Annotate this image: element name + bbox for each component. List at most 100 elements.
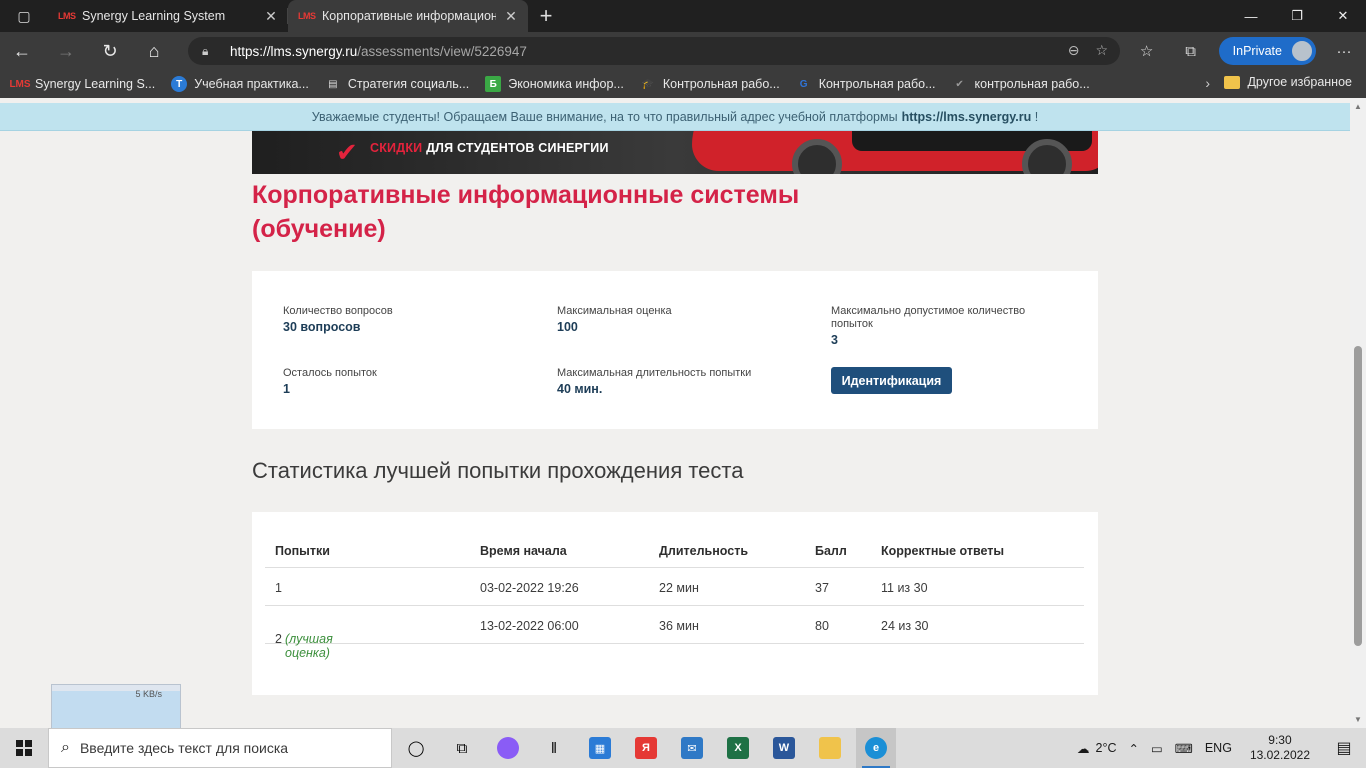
address-bar[interactable]: 🔒︎ https://lms.synergy.ru/assessments/vi… bbox=[188, 37, 1120, 65]
yandex-browser-icon[interactable]: Я bbox=[626, 728, 666, 768]
avatar bbox=[1290, 39, 1314, 63]
bookmark-label: контрольная рабо... bbox=[974, 77, 1090, 91]
graduation-cap-icon: 🎓 bbox=[641, 78, 655, 90]
max-attempts: Максимально допустимое количество попыто… bbox=[831, 305, 1051, 347]
refresh-button[interactable]: ↻ bbox=[88, 32, 132, 70]
zoom-icon[interactable]: ⊖ bbox=[1068, 42, 1080, 59]
column-header: Балл bbox=[815, 544, 847, 558]
b-icon: Б bbox=[485, 76, 502, 92]
field-value: 100 bbox=[557, 320, 578, 334]
collections-icon[interactable]: ⧉ bbox=[1169, 43, 1213, 60]
field-value: 40 мин. bbox=[557, 382, 603, 396]
add-favorite-icon[interactable]: ☆ bbox=[1095, 42, 1108, 59]
duration: 22 мин bbox=[659, 581, 699, 595]
field-label: Осталось попыток bbox=[283, 367, 377, 379]
identification-button[interactable]: Идентификация bbox=[831, 367, 952, 394]
new-tab-button[interactable]: + bbox=[528, 0, 564, 32]
back-button[interactable]: ← bbox=[0, 32, 44, 70]
bookmark-label: Контрольная рабо... bbox=[662, 77, 780, 91]
restore-icon[interactable]: ❐ bbox=[1274, 0, 1320, 32]
bookmark-item[interactable]: Б Экономика инфор... bbox=[485, 76, 624, 92]
duration: 36 мин bbox=[659, 619, 699, 633]
weather[interactable]: ☁ 2°C bbox=[1077, 741, 1116, 756]
bookmark-item[interactable]: G Контрольная рабо... bbox=[796, 76, 936, 92]
browser-tab-strip: ▢ LMS Synergy Learning System ✕ LMS Корп… bbox=[0, 0, 1366, 32]
bookmark-item[interactable]: 🎓 Контрольная рабо... bbox=[640, 76, 780, 92]
column-header: Корректные ответы bbox=[881, 544, 1005, 558]
document-icon: ▤ bbox=[328, 78, 338, 90]
word-icon[interactable]: W bbox=[764, 728, 804, 768]
notifications-icon[interactable]: ▤ bbox=[1330, 728, 1358, 768]
bookmark-label: Учебная практика... bbox=[194, 77, 309, 91]
weather-temp: 2°C bbox=[1095, 741, 1117, 755]
page-scrollbar[interactable]: ▲ ▼ bbox=[1350, 98, 1366, 728]
clock[interactable]: 9:30 13.02.2022 bbox=[1250, 733, 1310, 763]
lms-favicon-icon: LMS bbox=[58, 11, 76, 21]
checkmark-icon: ✔ bbox=[336, 137, 358, 167]
url-host: https://lms.synergy.ru bbox=[230, 43, 358, 59]
task-view-icon[interactable]: ⧉ bbox=[442, 728, 482, 768]
notice-link[interactable]: https://lms.synergy.ru bbox=[902, 110, 1032, 124]
notice-bar: Уважаемые студенты! Обращаем Ваше вниман… bbox=[0, 103, 1350, 131]
field-label: Количество вопросов bbox=[283, 305, 393, 317]
bookmark-item[interactable]: Т Учебная практика... bbox=[171, 76, 309, 92]
system-tray: ☁ 2°C ⌃ ▭ ⌨ ENG 9:30 13.02.2022 ▤ bbox=[1077, 728, 1366, 768]
close-tab-icon[interactable]: ✕ bbox=[264, 8, 278, 25]
field-value: 30 вопросов bbox=[283, 320, 361, 334]
taskbar-search[interactable]: ⌕ Введите здесь текст для поиска bbox=[48, 728, 392, 768]
bookmark-label: Контрольная рабо... bbox=[818, 77, 936, 91]
separator-icon: ‖ bbox=[550, 739, 558, 757]
start-button[interactable] bbox=[0, 728, 48, 768]
chevron-right-icon[interactable]: › bbox=[1205, 75, 1210, 91]
stats-card: Попытки Время начала Длительность Балл К… bbox=[252, 512, 1098, 695]
banner-text-white: ДЛЯ СТУДЕНТОВ СИНЕРГИИ bbox=[426, 141, 609, 155]
score: 37 bbox=[815, 581, 829, 595]
inprivate-button[interactable]: InPrivate bbox=[1218, 37, 1316, 65]
mail-icon[interactable]: ✉ bbox=[672, 728, 712, 768]
keyboard-icon[interactable]: ⌨ bbox=[1175, 741, 1193, 756]
more-menu-icon[interactable]: ··· bbox=[1322, 43, 1366, 60]
lock-icon[interactable]: 🔒︎ bbox=[202, 44, 230, 59]
search-placeholder: Введите здесь текст для поиска bbox=[79, 740, 289, 756]
banner-text-red: СКИДКИ bbox=[370, 141, 423, 155]
promo-banner[interactable]: ✔ СКИДКИ ДЛЯ СТУДЕНТОВ СИНЕРГИИ bbox=[252, 131, 1098, 174]
score: 80 bbox=[815, 619, 829, 633]
store-icon[interactable]: ▦ bbox=[580, 728, 620, 768]
language-indicator[interactable]: ENG bbox=[1205, 741, 1232, 755]
notice-text: Уважаемые студенты! Обращаем Ваше вниман… bbox=[311, 109, 898, 124]
max-score: Максимальная оценка 100 bbox=[557, 305, 672, 334]
other-favorites[interactable]: Другое избранное bbox=[1224, 75, 1352, 89]
windows-taskbar: ⌕ Введите здесь текст для поиска ◯ ⧉ ‖ ▦… bbox=[0, 728, 1366, 768]
show-hidden-icons-icon[interactable]: ⌃ bbox=[1129, 741, 1139, 756]
scroll-down-icon[interactable]: ▼ bbox=[1350, 715, 1366, 724]
column-header: Время начала bbox=[480, 544, 567, 558]
tab-actions-icon[interactable]: ▢ bbox=[0, 0, 48, 32]
excel-icon[interactable]: X bbox=[718, 728, 758, 768]
banner-text: СКИДКИ ДЛЯ СТУДЕНТОВ СИНЕРГИИ bbox=[370, 141, 609, 155]
home-button[interactable]: ⌂ bbox=[132, 32, 176, 70]
field-value: 1 bbox=[283, 382, 290, 396]
bookmark-item[interactable]: ✔ контрольная рабо... bbox=[952, 76, 1090, 92]
forward-button[interactable]: → bbox=[44, 32, 88, 70]
network-speed-widget[interactable]: 5 KB/s bbox=[51, 684, 181, 729]
bookmark-label: Synergy Learning S... bbox=[35, 77, 156, 91]
lms-icon: LMS bbox=[9, 78, 31, 90]
tab-assessment[interactable]: LMS Корпоративные информацион ✕ bbox=[288, 0, 528, 32]
tab-synergy[interactable]: LMS Synergy Learning System ✕ bbox=[48, 0, 288, 32]
bookmark-item[interactable]: LMS Synergy Learning S... bbox=[9, 76, 156, 92]
bookmark-item[interactable]: ▤ Стратегия социаль... bbox=[325, 76, 469, 92]
field-value: 3 bbox=[831, 333, 838, 347]
minimize-icon[interactable]: — bbox=[1228, 0, 1274, 32]
close-tab-icon[interactable]: ✕ bbox=[504, 8, 518, 25]
start-time: 03-02-2022 19:26 bbox=[480, 581, 579, 595]
favorites-icon[interactable]: ☆ bbox=[1125, 42, 1169, 60]
edge-icon[interactable]: e bbox=[856, 728, 896, 768]
close-window-icon[interactable]: ✕ bbox=[1320, 0, 1366, 32]
network-icon[interactable]: ▭ bbox=[1151, 741, 1163, 756]
file-explorer-icon[interactable] bbox=[810, 728, 850, 768]
cortana-icon[interactable]: ◯ bbox=[396, 728, 436, 768]
alice-icon[interactable] bbox=[488, 728, 528, 768]
scrollbar-thumb[interactable] bbox=[1354, 346, 1362, 646]
scroll-up-icon[interactable]: ▲ bbox=[1350, 102, 1366, 111]
window-controls: — ❐ ✕ bbox=[1228, 0, 1366, 32]
